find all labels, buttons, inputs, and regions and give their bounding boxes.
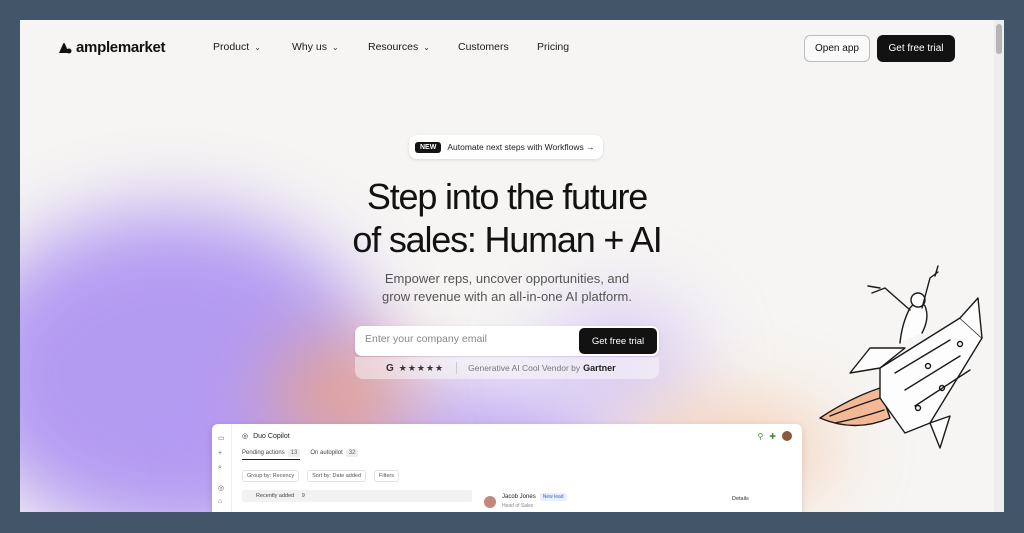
nav-customers-label: Customers	[458, 41, 509, 53]
browser-window: amplemarket Product ⌄ Why us ⌄ Resources…	[20, 20, 1004, 512]
nav-pricing[interactable]: Pricing	[537, 41, 569, 53]
group-count: 9	[301, 493, 305, 499]
details-button[interactable]: Details	[732, 496, 749, 502]
top-nav: amplemarket Product ⌄ Why us ⌄ Resources…	[20, 20, 994, 78]
nav-pricing-label: Pricing	[537, 41, 570, 53]
avatar	[782, 431, 792, 441]
headline-line-1: Step into the future	[366, 176, 648, 217]
puzzle-icon: ✚	[769, 431, 776, 441]
nav-customers[interactable]: Customers	[458, 41, 537, 53]
preview-top-icons: ⚲ ✚	[757, 431, 792, 441]
chevron-down-icon: ⌄	[254, 42, 261, 52]
nav-product-label: Product	[213, 41, 250, 53]
nav-resources[interactable]: Resources ⌄	[368, 41, 458, 53]
logo-icon	[59, 42, 72, 53]
tab-count: 32	[345, 449, 359, 457]
nav-product[interactable]: Product ⌄	[213, 41, 292, 53]
scrollbar-thumb[interactable]	[996, 24, 1002, 54]
sort-by-select[interactable]: Sort by: Date added	[307, 470, 366, 482]
brand-name: amplemarket	[76, 39, 166, 56]
nav-resources-label: Resources	[368, 41, 419, 53]
search-icon: ⌕	[218, 464, 222, 471]
panel-icon: ▭	[218, 435, 225, 442]
group-by-select[interactable]: Group by: Recency	[242, 470, 300, 482]
home-icon: ⌂	[218, 498, 223, 505]
vendor-text: Generative AI Cool Vendor by	[468, 363, 581, 373]
tab-on-autopilot[interactable]: On autopilot 32	[310, 449, 359, 460]
nav-links: Product ⌄ Why us ⌄ Resources ⌄ Customers…	[213, 41, 569, 53]
tab-label: On autopilot	[310, 450, 343, 456]
avatar	[484, 496, 496, 508]
nav-free-trial-button[interactable]: Get free trial	[877, 35, 955, 62]
new-badge: NEW	[415, 141, 442, 153]
announcement-pill[interactable]: NEW Automate next steps with Workflows →	[409, 135, 603, 159]
preview-title: ◎ Duo Copilot	[242, 432, 290, 441]
nav-why-us[interactable]: Why us ⌄	[292, 41, 368, 53]
copilot-icon: ◎	[242, 433, 249, 440]
email-signup-form: Get free trial	[355, 326, 659, 356]
g2-logo-icon: G	[386, 362, 394, 374]
open-app-button[interactable]: Open app	[804, 35, 870, 62]
scrollbar[interactable]	[994, 20, 1004, 512]
preview-toolbar: Group by: Recency Sort by: Date added Fi…	[242, 470, 399, 482]
nav-why-us-label: Why us	[292, 41, 328, 53]
app-preview: ▭ + ⌕ ◎ ⌂ ◎ Duo Copilot ⚲ ✚ Pending acti…	[212, 424, 802, 512]
lead-badge: New lead	[539, 493, 567, 501]
chevron-down-icon: ⌄	[332, 42, 339, 52]
chevron-down-icon: ⌄	[423, 42, 430, 52]
divider	[456, 362, 458, 374]
group-header[interactable]: Recently added 9	[242, 490, 472, 502]
rocket-illustration	[819, 265, 983, 449]
link-icon: ⚲	[757, 431, 764, 441]
group-label: Recently added	[256, 493, 295, 499]
lead-role: Head of Sales	[502, 503, 534, 509]
plus-icon: +	[218, 450, 223, 457]
preview-sidebar: ▭ + ⌕ ◎ ⌂	[212, 424, 232, 512]
tab-pending-actions[interactable]: Pending actions 13	[242, 449, 301, 460]
lead-name: Jacob Jones	[502, 494, 536, 500]
tab-label: Pending actions	[242, 450, 285, 456]
lead-card[interactable]: Jacob Jones New lead Head of Sales	[502, 493, 567, 509]
review-strip: G ★★★★★ Generative AI Cool Vendor by Gar…	[355, 357, 659, 379]
announcement-text: Automate next steps with Workflows →	[447, 142, 595, 152]
preview-title-text: Duo Copilot	[253, 432, 290, 440]
hero-free-trial-button[interactable]: Get free trial	[579, 328, 657, 354]
filters-button[interactable]: Filters	[374, 470, 399, 482]
preview-tabs: Pending actions 13 On autopilot 32	[242, 449, 359, 460]
rating-stars: ★★★★★	[398, 362, 445, 373]
brand-logo[interactable]: amplemarket	[58, 39, 166, 56]
email-input[interactable]	[365, 333, 565, 345]
tab-count: 13	[287, 449, 301, 457]
copilot-icon: ◎	[218, 485, 225, 492]
gartner-logo: Gartner	[583, 363, 616, 373]
